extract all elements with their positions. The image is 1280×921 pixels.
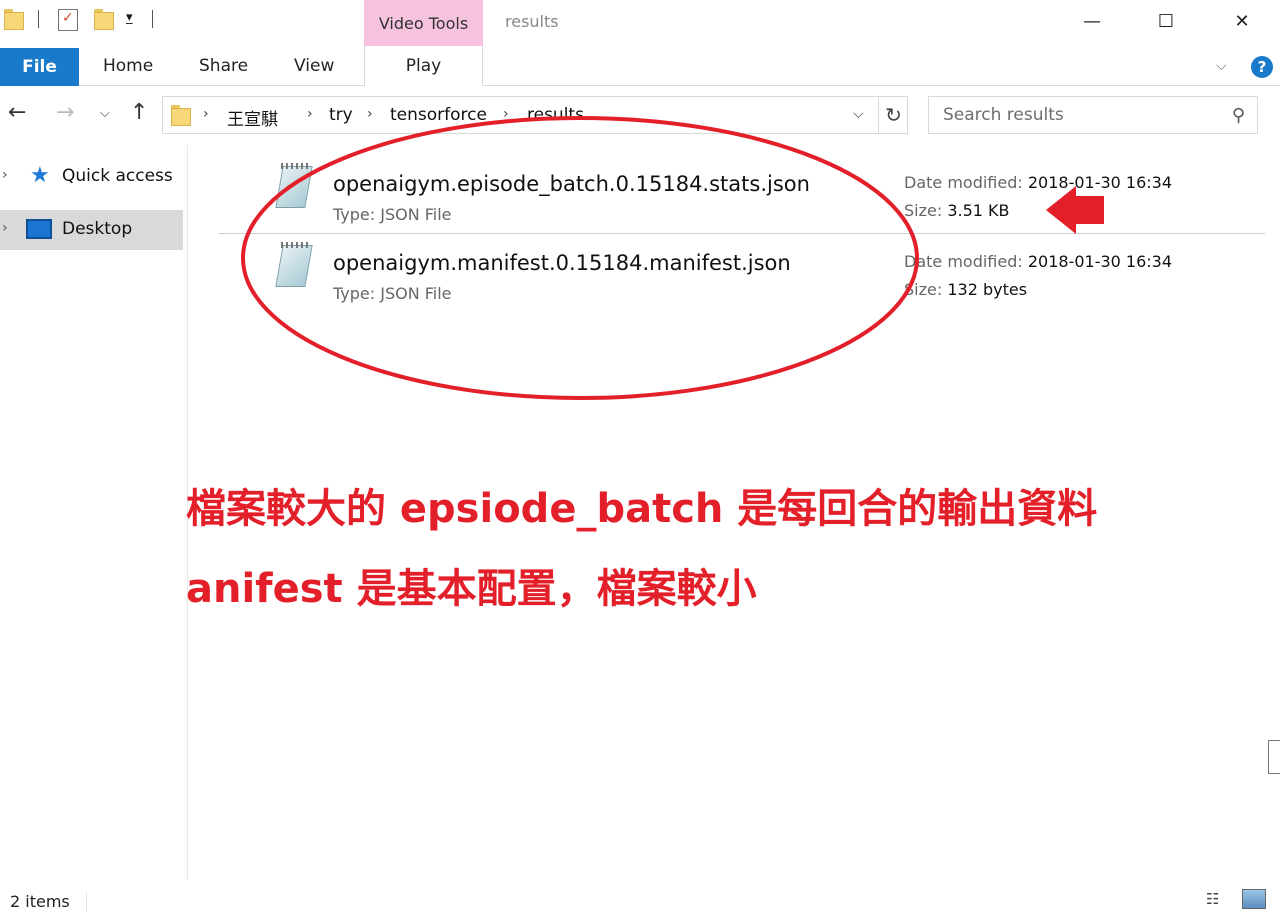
search-icon[interactable]: ⚲ xyxy=(1232,105,1245,126)
file-size: Size: 3.51 KB xyxy=(904,201,1010,220)
sidebar-item-label: Desktop xyxy=(62,219,133,239)
search-input[interactable] xyxy=(943,104,1213,126)
refresh-icon[interactable]: ↻ xyxy=(878,97,908,133)
tab-file[interactable]: File xyxy=(0,48,79,86)
folder-icon xyxy=(171,104,191,126)
toolbar-separator xyxy=(152,10,153,28)
file-type: Type: JSON File xyxy=(333,284,452,303)
title-bar: ▾̲ Video Tools results — ☐ ✕ xyxy=(0,0,1280,46)
breadcrumb-tensorforce[interactable]: tensorforce xyxy=(390,105,487,125)
status-separator xyxy=(86,892,87,912)
sidebar-item-quick-access[interactable]: › ★ Quick access xyxy=(0,157,183,197)
breadcrumb-try[interactable]: try xyxy=(329,105,353,125)
back-icon[interactable]: ← xyxy=(8,100,26,125)
maximize-icon[interactable]: ☐ xyxy=(1142,6,1190,36)
details-view-icon[interactable]: ☷ xyxy=(1206,890,1232,910)
up-icon[interactable]: ↑ xyxy=(130,100,148,125)
large-icons-view-icon[interactable] xyxy=(1242,889,1266,909)
sidebar-item-desktop[interactable]: › Desktop xyxy=(0,210,183,250)
forward-icon[interactable]: → xyxy=(56,100,74,125)
navigation-pane: › ★ Quick access › Desktop xyxy=(0,145,188,880)
address-dropdown-icon[interactable]: ⌵ xyxy=(853,106,864,122)
chevron-right-icon[interactable]: › xyxy=(307,106,313,122)
file-size: Size: 132 bytes xyxy=(904,280,1028,299)
json-file-icon xyxy=(271,163,313,212)
annotation-overlay xyxy=(241,116,1104,400)
star-icon: ★ xyxy=(30,163,50,188)
chevron-right-icon[interactable]: › xyxy=(203,106,209,122)
properties-icon[interactable] xyxy=(58,9,78,31)
minimize-icon[interactable]: — xyxy=(1068,6,1116,36)
expand-ribbon-icon[interactable]: ⌵ xyxy=(1216,58,1227,74)
file-name: openaigym.episode_batch.0.15184.stats.js… xyxy=(333,172,810,196)
sidebar-item-label: Quick access xyxy=(62,166,173,186)
breadcrumb-results[interactable]: results xyxy=(527,105,584,125)
navigation-bar: ← → ⌵ ↑ › 王宣騏 › try › tensorforce › resu… xyxy=(0,92,1280,138)
window-title: results xyxy=(505,12,559,31)
close-icon[interactable]: ✕ xyxy=(1218,6,1266,36)
ribbon-tabs: File Home Share View Play ⌵ ? xyxy=(0,46,1280,86)
breadcrumb-user[interactable]: 王宣騏 xyxy=(227,105,278,130)
annotation-text-line-2: anifest 是基本配置，檔案較小 xyxy=(186,566,757,612)
help-icon[interactable]: ? xyxy=(1251,56,1273,78)
tab-play[interactable]: Play xyxy=(364,46,483,86)
chevron-right-icon[interactable]: › xyxy=(503,106,509,122)
recent-locations-icon[interactable]: ⌵ xyxy=(100,106,110,121)
annotation-text-line-1: 檔案較大的 epsiode_batch 是每回合的輸出資料 xyxy=(186,486,1098,532)
tab-view[interactable]: View xyxy=(294,56,334,76)
new-folder-icon[interactable] xyxy=(94,8,114,30)
toolbar-separator xyxy=(38,10,39,28)
file-name: openaigym.manifest.0.15184.manifest.json xyxy=(333,251,791,275)
search-box[interactable]: ⚲ xyxy=(928,96,1258,134)
chevron-right-icon[interactable]: › xyxy=(367,106,373,122)
address-bar[interactable]: › 王宣騏 › try › tensorforce › results ⌵ ↻ xyxy=(162,96,908,134)
item-count: 2 items xyxy=(10,892,70,911)
scrollbar-thumb[interactable] xyxy=(1268,740,1280,774)
folder-icon[interactable] xyxy=(4,8,24,30)
file-item[interactable]: openaigym.episode_batch.0.15184.stats.js… xyxy=(219,158,1265,234)
status-bar: 2 items ☷ xyxy=(0,880,1280,921)
tab-home[interactable]: Home xyxy=(103,56,153,76)
customize-toolbar-icon[interactable]: ▾̲ xyxy=(126,10,133,25)
video-tools-context-header: Video Tools xyxy=(364,0,483,46)
json-file-icon xyxy=(271,242,313,291)
file-date-modified: Date modified: 2018-01-30 16:34 xyxy=(904,252,1173,271)
desktop-icon xyxy=(26,219,52,239)
chevron-right-icon[interactable]: › xyxy=(2,167,8,183)
tab-share[interactable]: Share xyxy=(199,56,248,76)
file-date-modified: Date modified: 2018-01-30 16:34 xyxy=(904,173,1173,192)
file-type: Type: JSON File xyxy=(333,205,452,224)
chevron-right-icon[interactable]: › xyxy=(2,220,8,236)
file-item[interactable]: openaigym.manifest.0.15184.manifest.json… xyxy=(219,237,1265,313)
